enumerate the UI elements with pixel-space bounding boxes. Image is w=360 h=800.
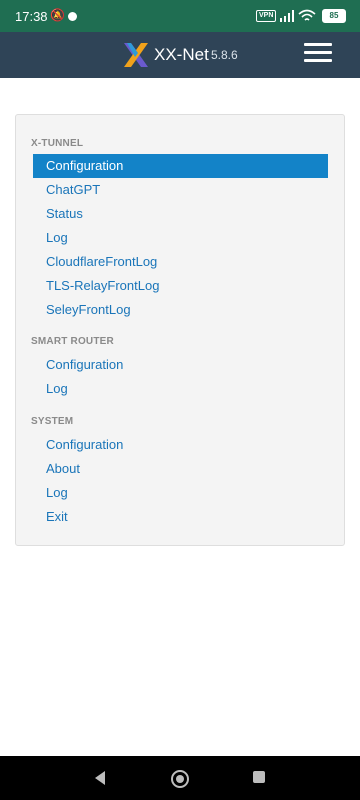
recent-apps-icon[interactable] — [253, 771, 265, 783]
x-tunnel-tls-relay-front-log-link[interactable]: TLS-RelayFrontLog — [33, 274, 328, 298]
x-tunnel-configuration-link[interactable]: Configuration — [33, 154, 328, 178]
x-tunnel-log-link[interactable]: Log — [33, 226, 328, 250]
back-icon[interactable] — [93, 770, 107, 786]
smart-router-log-link[interactable]: Log — [33, 377, 328, 401]
status-time: 17:38 — [15, 9, 48, 24]
status-bar: 17:38 🔕 VPN 85 — [0, 0, 360, 32]
section-title-smart-router: SMART ROUTER — [31, 336, 114, 347]
home-icon[interactable] — [171, 770, 189, 788]
muted-notification-icon: 🔕 — [50, 8, 65, 22]
system-exit-link[interactable]: Exit — [33, 505, 328, 529]
system-navigation-bar — [0, 756, 360, 800]
app-header: XX-Net 5.8.6 — [0, 32, 360, 78]
system-log-link[interactable]: Log — [33, 481, 328, 505]
system-about-link[interactable]: About — [33, 457, 328, 481]
app-title: XX-Net — [154, 45, 209, 64]
cell-signal-icon — [280, 10, 294, 22]
hamburger-menu-icon[interactable] — [304, 43, 332, 67]
section-title-x-tunnel: X-TUNNEL — [31, 138, 84, 149]
app-version: 5.8.6 — [211, 48, 238, 62]
wifi-icon — [298, 9, 316, 21]
section-title-system: SYSTEM — [31, 416, 74, 427]
xx-net-logo-icon — [124, 43, 148, 67]
x-tunnel-cloudflare-front-log-link[interactable]: CloudflareFrontLog — [33, 250, 328, 274]
battery-icon: 85 — [322, 9, 346, 23]
x-tunnel-chatgpt-link[interactable]: ChatGPT — [33, 178, 328, 202]
system-configuration-link[interactable]: Configuration — [33, 433, 328, 457]
x-tunnel-status-link[interactable]: Status — [33, 202, 328, 226]
notification-dot-icon — [68, 12, 77, 21]
smart-router-configuration-link[interactable]: Configuration — [33, 353, 328, 377]
vpn-icon: VPN — [256, 10, 277, 22]
x-tunnel-seley-front-log-link[interactable]: SeleyFrontLog — [33, 298, 328, 322]
